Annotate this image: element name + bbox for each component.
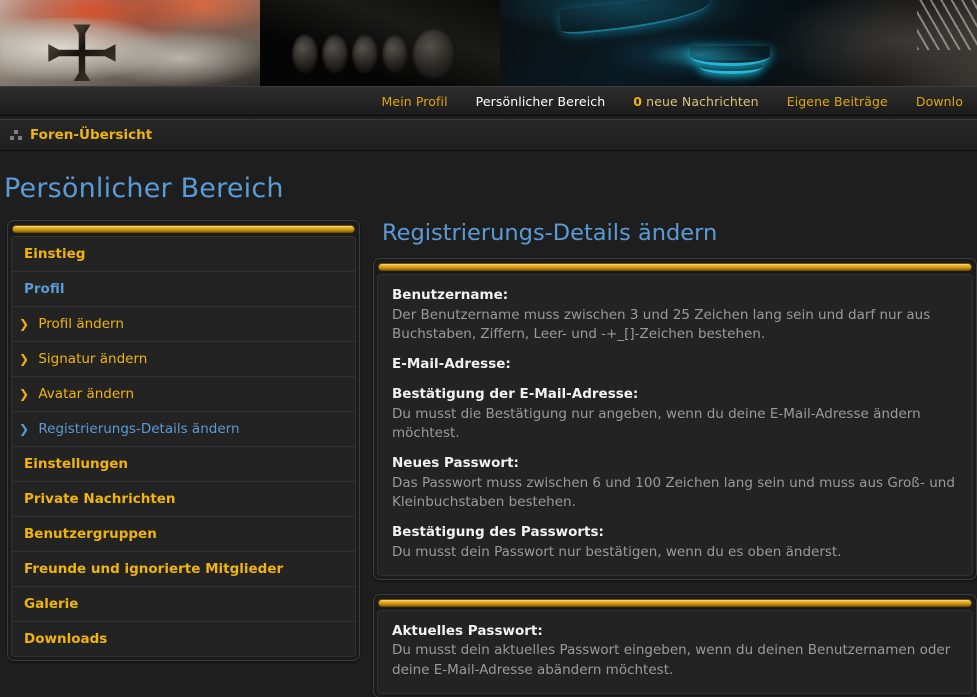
field-label: Bestätigung der E-Mail-Adresse: bbox=[392, 386, 639, 403]
panel-accent-bar bbox=[378, 263, 972, 271]
field-description: Du musst die Bestätigung nur angeben, we… bbox=[392, 406, 921, 442]
field-description: Das Passwort muss zwischen 6 und 100 Zei… bbox=[392, 474, 955, 511]
sidebar-item-label: Freunde und ignorierte Mitglieder bbox=[24, 561, 284, 577]
banner-glow-two bbox=[700, 60, 762, 74]
sidebar-item-label: Avatar ändern bbox=[38, 386, 135, 402]
iron-cross-icon bbox=[48, 24, 116, 82]
sidebar-column: Einstieg Profil ❯ Profil ändern ❯ Signat… bbox=[0, 220, 360, 697]
sidebar-item-label: Einstieg bbox=[24, 246, 86, 262]
home-icon bbox=[10, 129, 23, 141]
nav-persoenlicher-bereich[interactable]: Persönlicher Bereich bbox=[462, 94, 620, 109]
field-label: Benutzername: bbox=[392, 287, 509, 303]
sidebar-item-label: Downloads bbox=[24, 631, 108, 647]
header-banner bbox=[0, 0, 977, 86]
page-layout: Einstieg Profil ❯ Profil ändern ❯ Signat… bbox=[0, 204, 977, 697]
sidebar-item-avatar-aendern[interactable]: ❯ Avatar ändern bbox=[12, 377, 355, 412]
registration-details-panel: Benutzername: Der Benutzername muss zwis… bbox=[373, 258, 977, 580]
banner-tank-body bbox=[260, 0, 510, 86]
registration-details-body: Benutzername: Der Benutzername muss zwis… bbox=[377, 274, 973, 576]
sidebar-item-label: Signatur ändern bbox=[38, 351, 148, 367]
sidebar-item-label: Galerie bbox=[24, 596, 79, 612]
panel-accent-bar bbox=[378, 598, 972, 607]
breadcrumb-foren-uebersicht[interactable]: Foren-Übersicht bbox=[30, 127, 152, 143]
breadcrumb: Foren-Übersicht bbox=[0, 119, 977, 151]
sidebar-item-profil-aendern[interactable]: ❯ Profil ändern bbox=[12, 307, 355, 342]
sidebar-menu: Einstieg Profil ❯ Profil ändern ❯ Signat… bbox=[11, 236, 356, 657]
sidebar-item-label: Benutzergruppen bbox=[24, 526, 157, 542]
field-neues-passwort: Neues Passwort: Das Passwort muss zwisch… bbox=[392, 454, 958, 512]
nav-downloads[interactable]: Downlo bbox=[902, 94, 977, 109]
field-benutzername: Benutzername: Der Benutzername muss zwis… bbox=[392, 286, 958, 344]
field-aktuelles-passwort: Aktuelles Passwort: Du musst dein aktuel… bbox=[392, 622, 958, 680]
chevron-right-icon: ❯ bbox=[19, 352, 30, 366]
main-heading: Registrierungs-Details ändern bbox=[382, 220, 718, 246]
field-email-adresse: E-Mail-Adresse: bbox=[392, 355, 958, 375]
field-bestaetigung-email-adresse: Bestätigung der E-Mail-Adresse: Du musst… bbox=[392, 385, 958, 443]
sidebar-panel: Einstieg Profil ❯ Profil ändern ❯ Signat… bbox=[7, 220, 360, 661]
field-label: E-Mail-Adresse: bbox=[392, 355, 511, 372]
chevron-right-icon: ❯ bbox=[19, 387, 30, 401]
page-title: Persönlicher Bereich bbox=[4, 173, 284, 204]
nav-neue-nachrichten[interactable]: 0 neue Nachrichten bbox=[619, 94, 772, 109]
new-messages-label: neue Nachrichten bbox=[646, 93, 759, 109]
chevron-right-icon: ❯ bbox=[19, 317, 30, 331]
field-label: Neues Passwort: bbox=[392, 455, 519, 472]
current-password-panel: Aktuelles Passwort: Du musst dein aktuel… bbox=[373, 593, 977, 697]
sidebar-item-profil[interactable]: Profil bbox=[12, 272, 355, 307]
field-label: Bestätigung des Passworts: bbox=[392, 524, 604, 541]
sidebar-item-einstieg[interactable]: Einstieg bbox=[12, 237, 355, 272]
sidebar-item-label: Registrierungs-Details ändern bbox=[38, 421, 240, 437]
sidebar-item-galerie[interactable]: Galerie bbox=[12, 587, 355, 622]
sidebar-item-signatur-aendern[interactable]: ❯ Signatur ändern bbox=[12, 342, 355, 377]
sidebar-item-downloads[interactable]: Downloads bbox=[12, 622, 355, 656]
field-bestaetigung-passwort: Bestätigung des Passworts: Du musst dein… bbox=[392, 523, 958, 562]
main-column: Registrierungs-Details ändern Benutzerna… bbox=[360, 220, 977, 697]
field-list: Benutzername: Der Benutzername muss zwis… bbox=[378, 275, 972, 562]
sidebar-item-registrierungs-details-aendern[interactable]: ❯ Registrierungs-Details ändern bbox=[12, 412, 355, 447]
sidebar-item-freunde-und-ignorierte-mitglieder[interactable]: Freunde und ignorierte Mitglieder bbox=[12, 552, 355, 587]
sidebar-item-label: Einstellungen bbox=[24, 456, 129, 472]
field-description: Du musst dein aktuelles Passwort eingebe… bbox=[392, 642, 951, 678]
top-navigation-bar: Mein Profil Persönlicher Bereich 0 neue … bbox=[0, 86, 977, 116]
field-label: Aktuelles Passwort: bbox=[392, 622, 543, 639]
banner-light-rays bbox=[917, 0, 977, 50]
new-messages-count: 0 bbox=[633, 93, 643, 109]
panel-spacer bbox=[373, 580, 977, 594]
sidebar-panel-accent-bar bbox=[12, 225, 355, 233]
banner-stone-texture bbox=[0, 18, 270, 86]
sidebar-item-benutzergruppen[interactable]: Benutzergruppen bbox=[12, 517, 355, 552]
nav-eigene-beitraege[interactable]: Eigene Beiträge bbox=[773, 94, 902, 109]
nav-mein-profil[interactable]: Mein Profil bbox=[368, 94, 462, 109]
sidebar-item-private-nachrichten[interactable]: Private Nachrichten bbox=[12, 482, 355, 517]
sidebar-item-label: Private Nachrichten bbox=[24, 491, 176, 507]
sidebar-item-label: Profil ändern bbox=[38, 316, 124, 332]
field-list: Aktuelles Passwort: Du musst dein aktuel… bbox=[378, 611, 972, 680]
chevron-right-icon: ❯ bbox=[19, 422, 30, 436]
sidebar-item-einstellungen[interactable]: Einstellungen bbox=[12, 447, 355, 482]
sidebar-item-label: Profil bbox=[24, 281, 65, 297]
current-password-body: Aktuelles Passwort: Du musst dein aktuel… bbox=[377, 609, 973, 694]
field-description: Der Benutzername muss zwischen 3 und 25 … bbox=[392, 306, 931, 342]
field-description: Du musst dein Passwort nur bestätigen, w… bbox=[392, 543, 842, 560]
